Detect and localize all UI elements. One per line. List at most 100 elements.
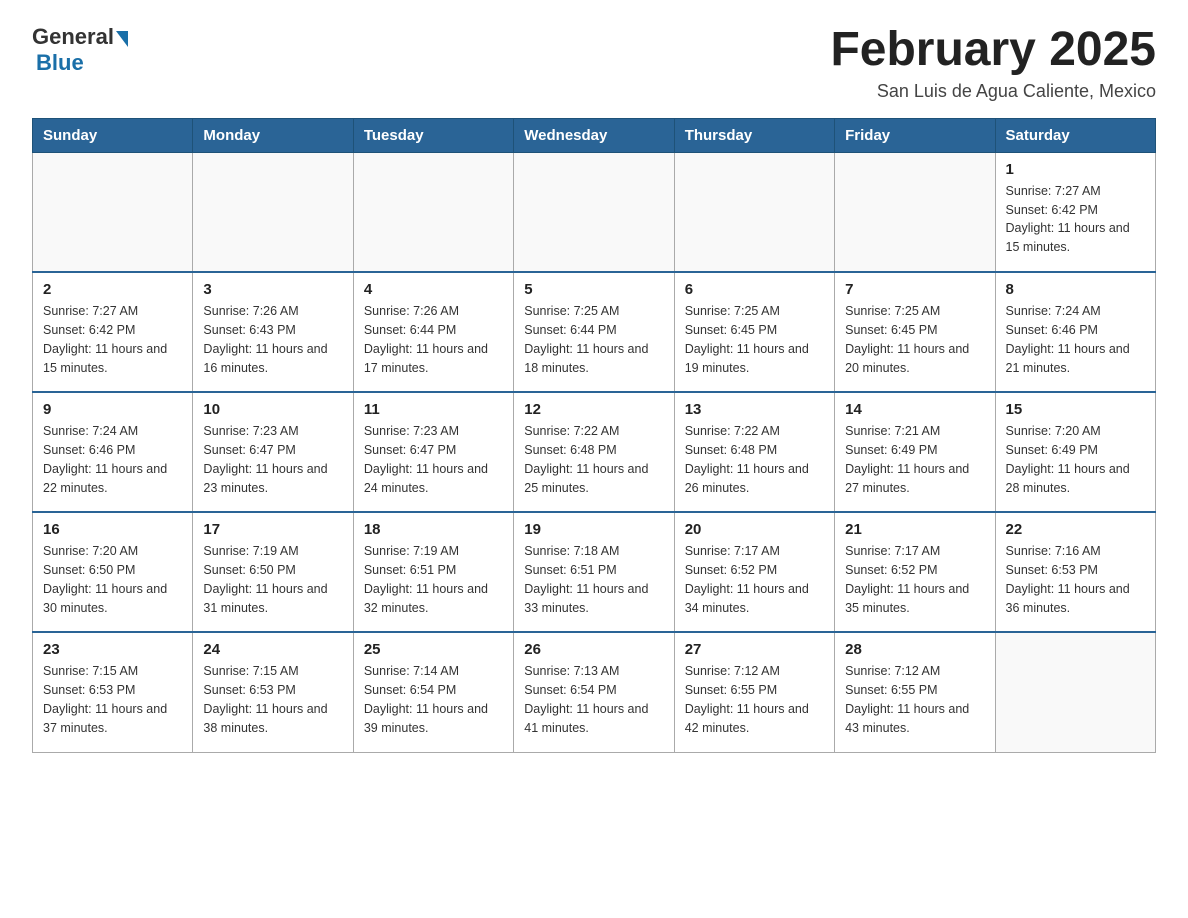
calendar-cell xyxy=(33,152,193,272)
calendar-cell: 7Sunrise: 7:25 AMSunset: 6:45 PMDaylight… xyxy=(835,272,995,392)
calendar-cell: 27Sunrise: 7:12 AMSunset: 6:55 PMDayligh… xyxy=(674,632,834,752)
calendar-cell: 1 Sunrise: 7:27 AMSunset: 6:42 PMDaylight… xyxy=(995,152,1155,272)
day-info: Sunrise: 7:23 AMSunset: 6:47 PMDaylight:… xyxy=(364,422,503,497)
calendar-cell: 20 Sunrise: 7:17 AMSunset: 6:52 PMDayligh… xyxy=(674,512,834,632)
day-number: 24 xyxy=(203,641,342,658)
logo-general-text: General xyxy=(32,24,114,50)
calendar-cell: 9 Sunrise: 7:24 AMSunset: 6:46 PMDaylight… xyxy=(33,392,193,512)
calendar-cell xyxy=(995,632,1155,752)
calendar-cell xyxy=(835,152,995,272)
day-number: 17 xyxy=(203,521,342,538)
calendar-cell: 28Sunrise: 7:12 AMSunset: 6:55 PMDayligh… xyxy=(835,632,995,752)
calendar-cell: 25 Sunrise: 7:14 AMSunset: 6:54 PMDayligh… xyxy=(353,632,513,752)
day-info: Sunrise: 7:15 AMSunset: 6:53 PMDaylight:… xyxy=(43,662,182,737)
day-number: 18 xyxy=(364,521,503,538)
calendar-cell: 13Sunrise: 7:22 AMSunset: 6:48 PMDayligh… xyxy=(674,392,834,512)
day-info: Sunrise: 7:27 AMSunset: 6:42 PMDaylight:… xyxy=(43,302,182,377)
calendar-cell: 10 Sunrise: 7:23 AMSunset: 6:47 PMDayligh… xyxy=(193,392,353,512)
day-info: Sunrise: 7:24 AMSunset: 6:46 PMDaylight:… xyxy=(1006,302,1145,377)
day-info: Sunrise: 7:20 AMSunset: 6:50 PMDaylight:… xyxy=(43,542,182,617)
week-row-3: 9 Sunrise: 7:24 AMSunset: 6:46 PMDaylight… xyxy=(33,392,1156,512)
weekday-header-thursday: Thursday xyxy=(674,118,834,152)
day-info: Sunrise: 7:17 AMSunset: 6:52 PMDaylight:… xyxy=(685,542,824,617)
day-number: 5 xyxy=(524,281,663,298)
day-number: 23 xyxy=(43,641,182,658)
day-number: 2 xyxy=(43,281,182,298)
weekday-header-saturday: Saturday xyxy=(995,118,1155,152)
day-info: Sunrise: 7:15 AMSunset: 6:53 PMDaylight:… xyxy=(203,662,342,737)
calendar-cell: 17 Sunrise: 7:19 AMSunset: 6:50 PMDayligh… xyxy=(193,512,353,632)
calendar-cell: 4 Sunrise: 7:26 AMSunset: 6:44 PMDaylight… xyxy=(353,272,513,392)
calendar-cell: 23 Sunrise: 7:15 AMSunset: 6:53 PMDayligh… xyxy=(33,632,193,752)
day-number: 19 xyxy=(524,521,663,538)
calendar-cell: 12 Sunrise: 7:22 AMSunset: 6:48 PMDayligh… xyxy=(514,392,674,512)
calendar-cell: 15 Sunrise: 7:20 AMSunset: 6:49 PMDayligh… xyxy=(995,392,1155,512)
calendar-cell xyxy=(674,152,834,272)
calendar-cell: 22 Sunrise: 7:16 AMSunset: 6:53 PMDayligh… xyxy=(995,512,1155,632)
day-info: Sunrise: 7:12 AMSunset: 6:55 PMDaylight:… xyxy=(845,662,984,737)
page-header: General Blue February 2025 San Luis de A… xyxy=(32,24,1156,102)
day-number: 12 xyxy=(524,401,663,418)
title-block: February 2025 San Luis de Agua Caliente,… xyxy=(830,24,1156,102)
day-number: 6 xyxy=(685,281,824,298)
week-row-5: 23 Sunrise: 7:15 AMSunset: 6:53 PMDayligh… xyxy=(33,632,1156,752)
calendar-cell: 24 Sunrise: 7:15 AMSunset: 6:53 PMDayligh… xyxy=(193,632,353,752)
day-info: Sunrise: 7:27 AMSunset: 6:42 PMDaylight:… xyxy=(1006,182,1145,257)
week-row-4: 16 Sunrise: 7:20 AMSunset: 6:50 PMDayligh… xyxy=(33,512,1156,632)
calendar-cell: 6 Sunrise: 7:25 AMSunset: 6:45 PMDaylight… xyxy=(674,272,834,392)
day-info: Sunrise: 7:22 AMSunset: 6:48 PMDaylight:… xyxy=(685,422,824,497)
day-number: 8 xyxy=(1006,281,1145,298)
calendar-cell: 18 Sunrise: 7:19 AMSunset: 6:51 PMDayligh… xyxy=(353,512,513,632)
calendar-cell xyxy=(353,152,513,272)
day-info: Sunrise: 7:13 AMSunset: 6:54 PMDaylight:… xyxy=(524,662,663,737)
weekday-header-row: SundayMondayTuesdayWednesdayThursdayFrid… xyxy=(33,118,1156,152)
weekday-header-friday: Friday xyxy=(835,118,995,152)
day-info: Sunrise: 7:25 AMSunset: 6:45 PMDaylight:… xyxy=(685,302,824,377)
day-number: 4 xyxy=(364,281,503,298)
logo: General Blue xyxy=(32,24,128,76)
day-number: 7 xyxy=(845,281,984,298)
weekday-header-wednesday: Wednesday xyxy=(514,118,674,152)
day-number: 15 xyxy=(1006,401,1145,418)
day-info: Sunrise: 7:18 AMSunset: 6:51 PMDaylight:… xyxy=(524,542,663,617)
calendar-table: SundayMondayTuesdayWednesdayThursdayFrid… xyxy=(32,118,1156,753)
weekday-header-monday: Monday xyxy=(193,118,353,152)
day-number: 25 xyxy=(364,641,503,658)
calendar-cell: 19 Sunrise: 7:18 AMSunset: 6:51 PMDayligh… xyxy=(514,512,674,632)
day-info: Sunrise: 7:19 AMSunset: 6:51 PMDaylight:… xyxy=(364,542,503,617)
day-info: Sunrise: 7:14 AMSunset: 6:54 PMDaylight:… xyxy=(364,662,503,737)
calendar-cell: 14 Sunrise: 7:21 AMSunset: 6:49 PMDayligh… xyxy=(835,392,995,512)
day-number: 10 xyxy=(203,401,342,418)
calendar-cell: 11Sunrise: 7:23 AMSunset: 6:47 PMDayligh… xyxy=(353,392,513,512)
day-number: 3 xyxy=(203,281,342,298)
day-number: 26 xyxy=(524,641,663,658)
day-info: Sunrise: 7:20 AMSunset: 6:49 PMDaylight:… xyxy=(1006,422,1145,497)
day-info: Sunrise: 7:24 AMSunset: 6:46 PMDaylight:… xyxy=(43,422,182,497)
day-info: Sunrise: 7:21 AMSunset: 6:49 PMDaylight:… xyxy=(845,422,984,497)
day-number: 22 xyxy=(1006,521,1145,538)
day-info: Sunrise: 7:25 AMSunset: 6:44 PMDaylight:… xyxy=(524,302,663,377)
calendar-cell: 8 Sunrise: 7:24 AMSunset: 6:46 PMDaylight… xyxy=(995,272,1155,392)
day-number: 1 xyxy=(1006,161,1145,178)
calendar-cell: 26 Sunrise: 7:13 AMSunset: 6:54 PMDayligh… xyxy=(514,632,674,752)
day-number: 20 xyxy=(685,521,824,538)
location-text: San Luis de Agua Caliente, Mexico xyxy=(830,81,1156,102)
weekday-header-sunday: Sunday xyxy=(33,118,193,152)
day-info: Sunrise: 7:26 AMSunset: 6:44 PMDaylight:… xyxy=(364,302,503,377)
day-info: Sunrise: 7:26 AMSunset: 6:43 PMDaylight:… xyxy=(203,302,342,377)
day-number: 9 xyxy=(43,401,182,418)
day-info: Sunrise: 7:23 AMSunset: 6:47 PMDaylight:… xyxy=(203,422,342,497)
week-row-1: 1 Sunrise: 7:27 AMSunset: 6:42 PMDaylight… xyxy=(33,152,1156,272)
day-number: 14 xyxy=(845,401,984,418)
day-info: Sunrise: 7:22 AMSunset: 6:48 PMDaylight:… xyxy=(524,422,663,497)
logo-arrow-icon xyxy=(116,31,128,47)
logo-blue-text: Blue xyxy=(36,50,84,76)
day-info: Sunrise: 7:19 AMSunset: 6:50 PMDaylight:… xyxy=(203,542,342,617)
calendar-cell: 5 Sunrise: 7:25 AMSunset: 6:44 PMDaylight… xyxy=(514,272,674,392)
day-info: Sunrise: 7:16 AMSunset: 6:53 PMDaylight:… xyxy=(1006,542,1145,617)
week-row-2: 2 Sunrise: 7:27 AMSunset: 6:42 PMDaylight… xyxy=(33,272,1156,392)
day-number: 16 xyxy=(43,521,182,538)
day-info: Sunrise: 7:17 AMSunset: 6:52 PMDaylight:… xyxy=(845,542,984,617)
weekday-header-tuesday: Tuesday xyxy=(353,118,513,152)
month-title: February 2025 xyxy=(830,24,1156,77)
